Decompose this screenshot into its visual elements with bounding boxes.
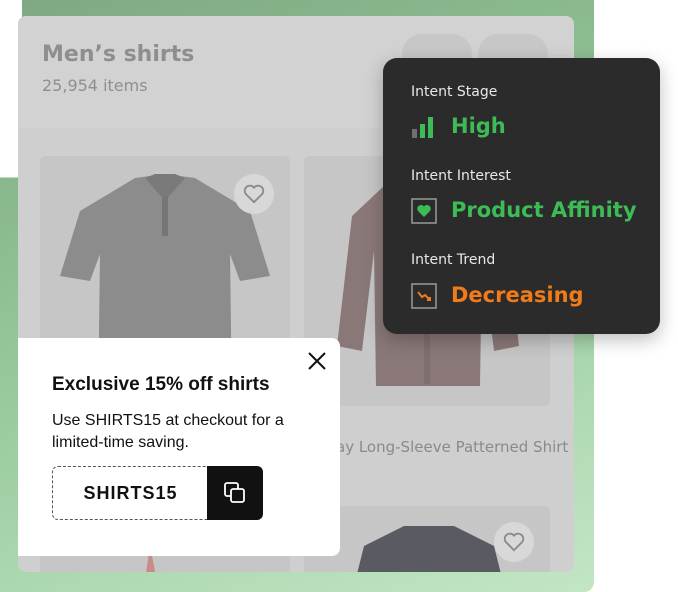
trend-down-icon <box>411 283 437 309</box>
copy-code-button[interactable] <box>207 466 263 520</box>
promo-title: Exclusive 15% off shirts <box>52 374 270 395</box>
intent-trend-label: Intent Trend <box>411 252 496 268</box>
heart-icon <box>503 532 525 552</box>
page-title: Men’s shirts <box>42 42 195 67</box>
heart-box-icon <box>411 198 437 224</box>
promo-code: SHIRTS15 <box>52 466 208 520</box>
intent-interest-value: Product Affinity <box>451 198 637 222</box>
close-button[interactable] <box>304 348 330 374</box>
intent-card: Intent Stage High Intent Interest Produc… <box>383 58 660 334</box>
product-name: ay Long-Sleeve Patterned Shirt <box>336 438 569 456</box>
favorite-button[interactable] <box>234 174 274 214</box>
favorite-button[interactable] <box>494 522 534 562</box>
item-count: 25,954 items <box>42 76 148 95</box>
intent-interest-label: Intent Interest <box>411 168 511 184</box>
promo-body: Use SHIRTS15 at checkout for a limited-t… <box>52 412 284 451</box>
heart-icon <box>243 184 265 204</box>
close-icon <box>308 352 326 370</box>
copy-icon <box>224 482 245 503</box>
intent-trend-value: Decreasing <box>451 283 584 307</box>
bar-chart-icon <box>412 117 433 138</box>
intent-stage-value: High <box>451 114 506 138</box>
promo-popup: Exclusive 15% off shirts Use SHIRTS15 at… <box>18 338 340 556</box>
intent-stage-label: Intent Stage <box>411 84 498 100</box>
